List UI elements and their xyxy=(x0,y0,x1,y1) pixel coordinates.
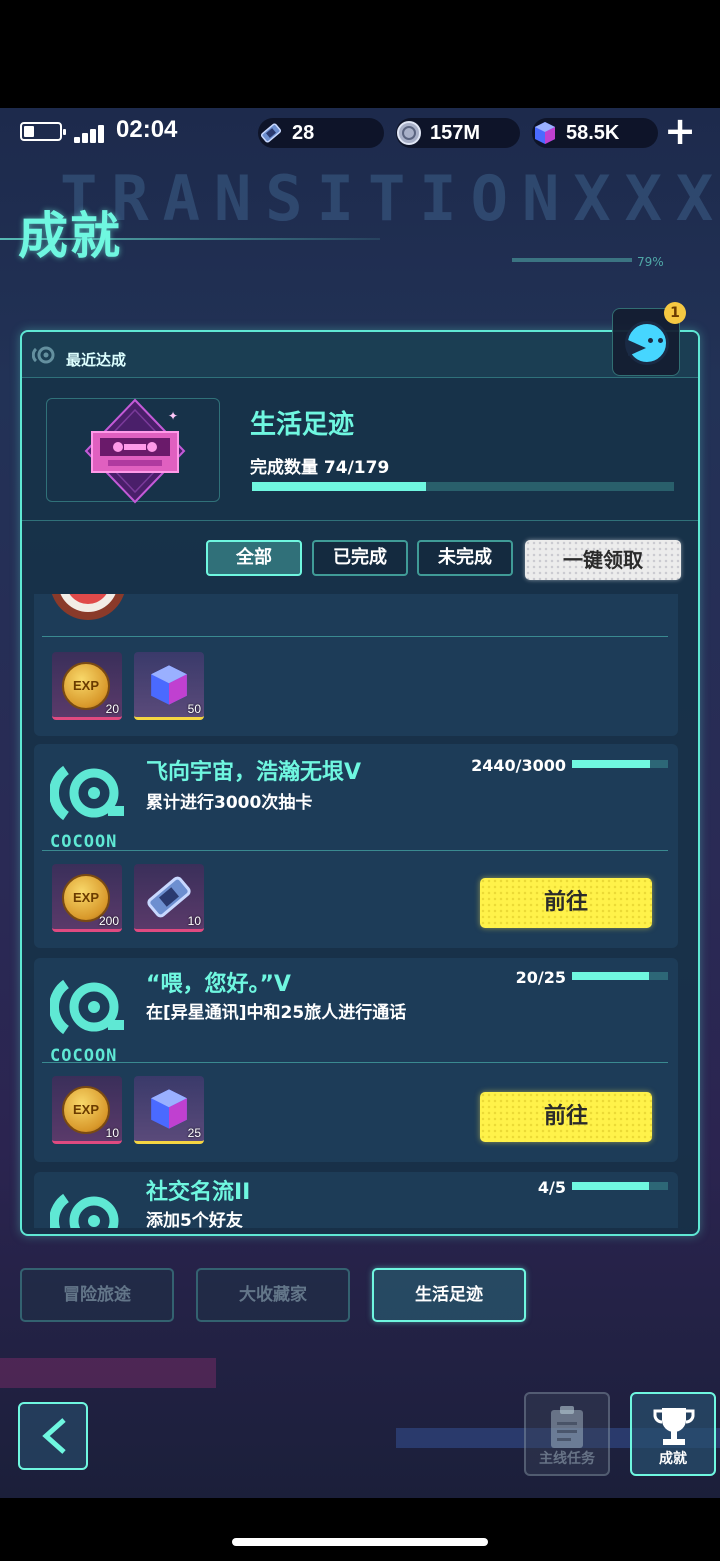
coin-count: 157M xyxy=(430,122,481,144)
filter-completed[interactable]: 已完成 xyxy=(312,540,408,576)
back-button[interactable] xyxy=(18,1402,88,1470)
gem-resource[interactable]: 58.5K xyxy=(532,118,658,148)
cocoon-logo: COCOON xyxy=(49,758,140,858)
header-deco-bar xyxy=(512,258,632,262)
cocoon-logo: COCOON xyxy=(49,972,140,1072)
category-progress-fill xyxy=(252,482,427,491)
clipboard-icon xyxy=(551,1406,583,1448)
achievement-card: 社交名流II 添加5个好友 4/5 xyxy=(34,1172,678,1228)
achievements-nav-button[interactable]: 成就 xyxy=(630,1392,716,1476)
tab-adventure[interactable]: 冒险旅途 xyxy=(20,1268,174,1322)
reward-qty: 200 xyxy=(98,914,119,928)
reward-ticket[interactable]: 10 xyxy=(134,864,204,932)
achievement-desc: 在[异星通讯]中和25旅人进行通话 xyxy=(146,1003,407,1023)
page-title: 成就 xyxy=(18,207,122,265)
card-divider xyxy=(42,1062,668,1063)
main-quest-label: 主线任务 xyxy=(539,1451,595,1467)
header-deco-percent: 79% xyxy=(637,255,664,269)
mascot-icon xyxy=(625,321,669,365)
achievement-card: EXP 20 50 xyxy=(34,594,678,736)
reward-exp[interactable]: EXP 20 xyxy=(52,652,122,720)
reward-exp[interactable]: EXP 200 xyxy=(52,864,122,932)
reward-qty: 25 xyxy=(187,1126,201,1140)
exp-coin-icon: EXP xyxy=(62,1086,110,1134)
trophy-icon xyxy=(653,1408,695,1445)
ticket-count: 28 xyxy=(292,122,315,144)
achievement-progress-bar xyxy=(572,760,668,768)
achievement-card: COCOON “喂，您好。”V 在[异星通讯]中和25旅人进行通话 20/25 … xyxy=(34,958,678,1162)
signal-icon xyxy=(74,123,110,143)
reward-qty: 50 xyxy=(187,702,201,716)
cube-gem-icon xyxy=(151,665,187,705)
go-button[interactable]: 前往 xyxy=(480,1092,652,1142)
coin-icon xyxy=(394,118,424,148)
card-divider xyxy=(42,850,668,851)
achievement-title: 社交名流II xyxy=(146,1180,251,1205)
achievement-desc: 添加5个好友 xyxy=(146,1211,243,1228)
coin-resource[interactable]: 157M xyxy=(396,118,520,148)
recent-label: 最近达成 xyxy=(66,351,127,369)
card-divider xyxy=(42,636,668,637)
recent-header: 最近达成 xyxy=(22,332,698,378)
cocoon-logo xyxy=(49,1186,140,1228)
ticket-icon xyxy=(256,118,286,148)
cocoon-small-icon xyxy=(31,346,62,366)
battery-icon xyxy=(20,122,66,141)
exp-coin-icon: EXP xyxy=(62,662,110,710)
tab-collector[interactable]: 大收藏家 xyxy=(196,1268,350,1322)
category-progress-bar xyxy=(252,482,674,491)
main-quest-button[interactable]: 主线任务 xyxy=(524,1392,610,1476)
achievement-count: 2440/3000 xyxy=(471,756,566,775)
achievement-card: COCOON 飞向宇宙，浩瀚无垠V 累计进行3000次抽卡 2440/3000 … xyxy=(34,744,678,948)
header-bg-text: TRANSITIONXXX xyxy=(60,162,720,235)
status-bar: 02:04 28 157M 58.5K + xyxy=(0,112,720,150)
achievement-list[interactable]: EXP 20 50 COCOON 飞向宇宙，浩瀚无垠V 累计进行3000次抽卡 … xyxy=(34,594,680,1228)
cube-gem-icon xyxy=(151,1089,187,1129)
category-progress-label: 完成数量 74/179 xyxy=(250,458,390,478)
reward-qty: 20 xyxy=(105,702,119,716)
go-button[interactable]: 前往 xyxy=(480,878,652,928)
ticket-resource[interactable]: 28 xyxy=(258,118,384,148)
claim-all-button[interactable]: 一键领取 xyxy=(525,540,681,580)
chevron-left-icon xyxy=(42,1418,66,1454)
tab-life-footprint[interactable]: 生活足迹 xyxy=(372,1268,526,1322)
achievement-progress-bar xyxy=(572,1182,668,1190)
gem-count: 58.5K xyxy=(566,122,620,144)
panel-divider xyxy=(22,520,698,521)
achievement-progress-bar xyxy=(572,972,668,980)
reward-gem[interactable]: 25 xyxy=(134,1076,204,1144)
filter-incomplete[interactable]: 未完成 xyxy=(417,540,513,576)
achievement-count: 20/25 xyxy=(515,968,566,987)
filter-all[interactable]: 全部 xyxy=(206,540,302,576)
svg-text:✦: ✦ xyxy=(168,409,178,423)
reward-qty: 10 xyxy=(187,914,201,928)
add-currency-button[interactable]: + xyxy=(664,112,696,150)
home-indicator[interactable] xyxy=(232,1538,488,1546)
achievement-title: “喂，您好。”V xyxy=(146,972,291,997)
achievement-desc: 累计进行3000次抽卡 xyxy=(146,793,313,813)
bottom-bezel xyxy=(0,1498,720,1561)
achievement-title: 飞向宇宙，浩瀚无垠V xyxy=(146,760,362,785)
cassette-badge-icon: ✦ xyxy=(80,396,190,506)
reward-exp[interactable]: EXP 10 xyxy=(52,1076,122,1144)
partial-badge-icon xyxy=(46,594,130,624)
cube-gem-icon xyxy=(530,118,560,148)
achievements-nav-label: 成就 xyxy=(659,1451,687,1467)
reward-gem[interactable]: 50 xyxy=(134,652,204,720)
clock: 02:04 xyxy=(116,116,178,143)
category-title: 生活足迹 xyxy=(250,410,355,440)
notification-badge: 1 xyxy=(664,302,686,324)
reward-qty: 10 xyxy=(105,1126,119,1140)
achievement-count: 4/5 xyxy=(537,1178,566,1197)
